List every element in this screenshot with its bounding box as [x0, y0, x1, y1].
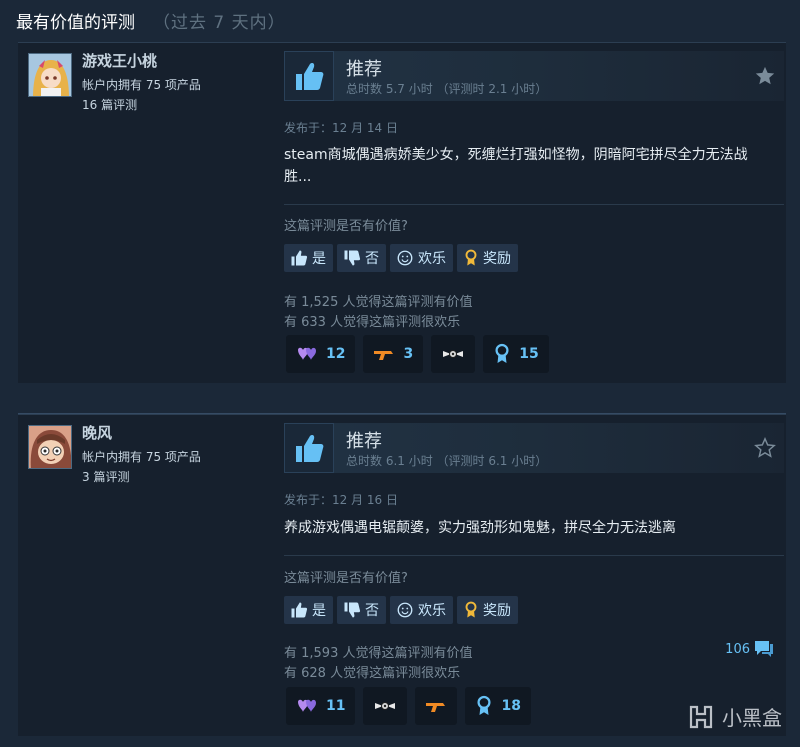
- author-name[interactable]: 晚风: [82, 422, 112, 443]
- verdict-title: 推荐: [346, 431, 382, 452]
- review-card: 晚风 帐户内拥有 75 项产品 3 篇评测 推荐 总时数 6.1 小时 （评测时…: [18, 414, 786, 736]
- funny-count: 有 628 人觉得这篇评测很欢乐: [284, 666, 461, 681]
- winged-award-icon: [443, 350, 464, 358]
- winged-award-icon: [375, 702, 396, 710]
- review-count[interactable]: 3 篇评测: [82, 468, 129, 485]
- thumbs-up-icon: [284, 423, 334, 473]
- award-label: 奖励: [483, 251, 511, 267]
- review-count[interactable]: 16 篇评测: [82, 96, 137, 113]
- review-text[interactable]: steam商城偶遇病娇美少女，死缠烂打强如怪物，阴暗阿宅拼尽全力无法战胜...: [284, 144, 774, 188]
- star-outline-icon[interactable]: [754, 437, 776, 459]
- vote-yes-button[interactable]: 是: [284, 596, 333, 624]
- posted-date: 发布于：12 月 16 日: [284, 493, 398, 507]
- products-owned[interactable]: 帐户内拥有 75 项产品: [82, 448, 201, 465]
- thumbs-down-icon: [344, 602, 361, 618]
- vote-funny-label: 欢乐: [418, 251, 446, 267]
- vote-no-button[interactable]: 否: [337, 244, 386, 272]
- avatar[interactable]: [28, 53, 72, 97]
- verdict-title: 推荐: [346, 59, 382, 80]
- award-list: 11 18: [286, 687, 531, 725]
- comments-link[interactable]: 106: [725, 640, 774, 658]
- award-item[interactable]: 18: [465, 687, 531, 725]
- award-count: 3: [403, 346, 414, 362]
- award-count: 18: [501, 698, 521, 714]
- vote-funny-button[interactable]: 欢乐: [390, 596, 453, 624]
- playtime: 总时数 5.7 小时 （评测时 2.1 小时）: [346, 82, 548, 96]
- award-button[interactable]: 奖励: [457, 244, 518, 272]
- vote-no-label: 否: [365, 251, 379, 267]
- orange-gun-award-icon: [426, 703, 446, 712]
- award-list: 12 3 15: [286, 335, 549, 373]
- award-item[interactable]: [431, 335, 476, 373]
- award-ribbon-icon: [465, 249, 477, 266]
- vote-no-button[interactable]: 否: [337, 596, 386, 624]
- award-item[interactable]: [415, 687, 458, 725]
- award-item[interactable]: 12: [286, 335, 356, 373]
- award-count: 12: [326, 346, 346, 362]
- blue-ribbon-award-icon: [495, 343, 509, 363]
- thumbs-up-icon: [284, 51, 334, 101]
- award-button[interactable]: 奖励: [457, 596, 518, 624]
- star-filled-icon[interactable]: [754, 65, 776, 87]
- watermark-text: 小黑盒: [722, 706, 782, 730]
- products-owned[interactable]: 帐户内拥有 75 项产品: [82, 76, 201, 93]
- thumbs-up-icon: [291, 250, 308, 266]
- playtime: 总时数 6.1 小时 （评测时 6.1 小时）: [346, 454, 548, 468]
- award-item[interactable]: 15: [483, 335, 549, 373]
- avatar[interactable]: [28, 425, 72, 469]
- award-count: 15: [519, 346, 539, 362]
- helpful-question: 这篇评测是否有价值?: [284, 571, 408, 586]
- blue-ribbon-award-icon: [477, 695, 492, 715]
- helpful-count: 有 1,593 人觉得这篇评测有价值: [284, 646, 473, 661]
- section-subtitle: （过去 7 天内）: [153, 13, 286, 33]
- vote-yes-button[interactable]: 是: [284, 244, 333, 272]
- review-card: 游戏王小桃 帐户内拥有 75 项产品 16 篇评测 推荐 总时数 5.7 小时 …: [18, 42, 786, 383]
- award-item[interactable]: 3: [363, 335, 424, 373]
- comment-count: 106: [725, 641, 750, 657]
- award-ribbon-icon: [465, 601, 477, 618]
- verdict-bar[interactable]: 推荐 总时数 6.1 小时 （评测时 6.1 小时）: [284, 423, 784, 473]
- vote-no-label: 否: [365, 603, 379, 619]
- heybox-logo-icon: [689, 705, 713, 728]
- divider: [284, 204, 784, 205]
- divider: [284, 555, 784, 556]
- award-label: 奖励: [483, 603, 511, 619]
- award-count: 11: [326, 698, 346, 714]
- helpful-count: 有 1,525 人觉得这篇评测有价值: [284, 295, 473, 310]
- vote-funny-label: 欢乐: [418, 603, 446, 619]
- smiley-icon: [397, 250, 413, 266]
- review-text[interactable]: 养成游戏偶遇电锯颠婆，实力强劲形如鬼魅，拼尽全力无法逃离: [284, 517, 774, 539]
- orange-gun-award-icon: [374, 351, 394, 360]
- funny-count: 有 633 人觉得这篇评测很欢乐: [284, 315, 461, 330]
- section-header: 最有价值的评测 （过去 7 天内）: [16, 8, 286, 38]
- posted-date: 发布于：12 月 14 日: [284, 121, 398, 135]
- helpful-question: 这篇评测是否有价值?: [284, 219, 408, 234]
- vote-funny-button[interactable]: 欢乐: [390, 244, 453, 272]
- vote-buttons: 是 否 欢乐 奖励: [284, 244, 518, 272]
- vote-yes-label: 是: [312, 603, 326, 619]
- award-item[interactable]: 11: [286, 687, 356, 725]
- verdict-bar[interactable]: 推荐 总时数 5.7 小时 （评测时 2.1 小时）: [284, 51, 784, 101]
- section-title: 最有价值的评测: [16, 13, 135, 33]
- vote-buttons: 是 否 欢乐 奖励: [284, 596, 518, 624]
- thumbs-up-icon: [291, 602, 308, 618]
- hearts-award-icon: [298, 699, 316, 712]
- hearts-award-icon: [298, 347, 316, 360]
- watermark: 小黑盒: [688, 702, 782, 731]
- comment-bubble-icon: [755, 641, 773, 657]
- vote-yes-label: 是: [312, 251, 326, 267]
- award-item[interactable]: [363, 687, 408, 725]
- thumbs-down-icon: [344, 250, 361, 266]
- smiley-icon: [397, 602, 413, 618]
- author-name[interactable]: 游戏王小桃: [82, 50, 157, 71]
